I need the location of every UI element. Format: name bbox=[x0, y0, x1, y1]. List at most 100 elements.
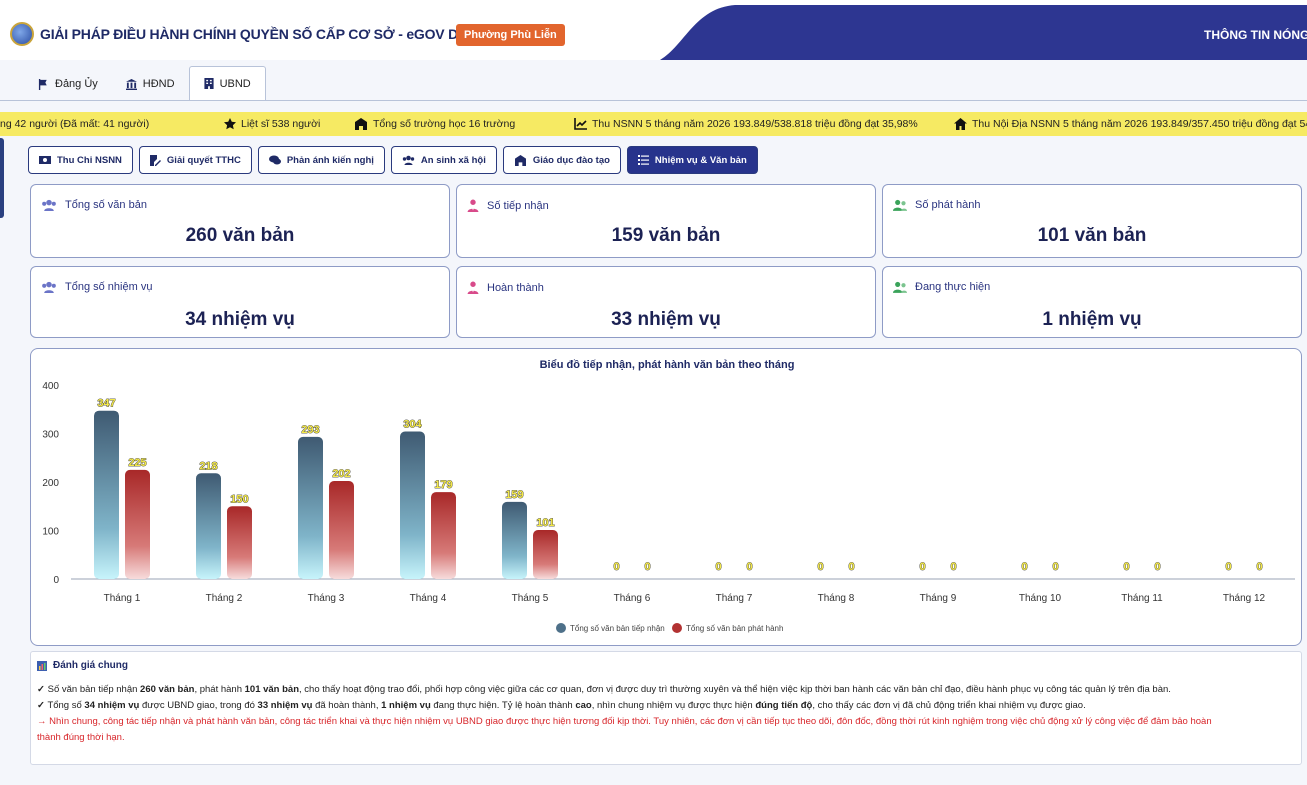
data-label: 0 bbox=[1225, 561, 1231, 573]
ticker-item: ng 42 người (Đã mất: 41 người) bbox=[0, 118, 150, 130]
data-label: 179 bbox=[434, 479, 452, 491]
legend-marker bbox=[556, 623, 566, 633]
user-group-icon bbox=[893, 281, 907, 293]
tab-nhiem-vu-van-ban[interactable]: Nhiệm vụ & Văn bản bbox=[626, 146, 758, 174]
card-label: Tổng số văn bản bbox=[65, 199, 147, 211]
money-icon bbox=[39, 156, 51, 164]
x-tick-label: Tháng 12 bbox=[1223, 593, 1266, 604]
data-label: 0 bbox=[644, 561, 650, 573]
header-bar: GIẢI PHÁP ĐIỀU HÀNH CHÍNH QUYỀN SỐ CẤP C… bbox=[0, 0, 1307, 60]
sidebar-toggle-handle[interactable] bbox=[0, 138, 4, 218]
chart-canvas: Biểu đồ tiếp nhận, phát hành văn bản the… bbox=[42, 359, 1295, 633]
card-value: 101 văn bản bbox=[1037, 225, 1147, 246]
user-tie-icon bbox=[467, 199, 479, 212]
tab-thu-chi-nsnn[interactable]: Thu Chi NSNN bbox=[28, 146, 133, 174]
y-tick-label: 400 bbox=[42, 381, 59, 392]
card-label: Hoàn thành bbox=[487, 281, 544, 294]
school-icon bbox=[355, 118, 367, 130]
x-tick-label: Tháng 6 bbox=[614, 593, 651, 604]
app-logo-icon[interactable] bbox=[10, 22, 34, 46]
bar-issued bbox=[125, 469, 150, 579]
bar-received bbox=[502, 501, 527, 579]
x-tick-label: Tháng 2 bbox=[206, 593, 243, 604]
home-icon bbox=[954, 118, 967, 130]
data-label: 0 bbox=[1256, 561, 1262, 573]
office-building-icon bbox=[203, 78, 214, 89]
card-value: 34 nhiệm vụ bbox=[185, 309, 295, 330]
data-label: 218 bbox=[199, 460, 217, 472]
y-tick-label: 0 bbox=[53, 575, 59, 586]
legend-marker bbox=[672, 623, 682, 633]
tab-giao-duc-dao-tao[interactable]: Giáo dục đào tạo bbox=[502, 146, 621, 174]
hot-news-link[interactable]: THÔNG TIN NÓNG bbox=[1204, 28, 1307, 42]
ticker-item: Thu Nội Địa NSNN 5 tháng năm 2026 193.84… bbox=[954, 112, 1307, 136]
bar-received bbox=[94, 410, 119, 579]
legend-label: Tổng số văn bản phát hành bbox=[686, 624, 783, 633]
assessment-conclusion: → Nhìn chung, công tác tiếp nhận và phát… bbox=[37, 716, 1212, 727]
users-icon bbox=[42, 281, 56, 293]
x-tick-label: Tháng 7 bbox=[716, 593, 753, 604]
data-label: 0 bbox=[1052, 561, 1058, 573]
tab-dang-uy[interactable]: Đảng Ủy bbox=[24, 68, 112, 100]
category-tabs: Thu Chi NSNN Giải quyết TTHC Phản ánh ki… bbox=[28, 146, 758, 174]
card-label: Số tiếp nhận bbox=[487, 199, 549, 212]
tab-an-sinh-xa-hoi[interactable]: An sinh xã hội bbox=[390, 146, 497, 174]
data-label: 304 bbox=[403, 419, 422, 431]
data-label: 0 bbox=[613, 561, 619, 573]
x-tick-label: Tháng 8 bbox=[818, 593, 855, 604]
users-icon bbox=[402, 155, 415, 165]
y-tick-label: 200 bbox=[42, 478, 59, 489]
list-icon bbox=[637, 155, 649, 165]
users-icon bbox=[42, 199, 56, 211]
tab-phan-anh-kien-nghi[interactable]: Phản ánh kiến nghị bbox=[257, 146, 385, 174]
tab-hdnd[interactable]: HĐND bbox=[112, 68, 189, 100]
chart-title: Biểu đồ tiếp nhận, phát hành văn bản the… bbox=[540, 359, 795, 371]
tab-label: HĐND bbox=[142, 78, 175, 90]
y-tick-label: 100 bbox=[42, 527, 59, 538]
card-in-progress[interactable]: Đang thực hiện 1 nhiệm vụ bbox=[882, 266, 1302, 338]
tab-ubnd[interactable]: UBND bbox=[188, 66, 266, 100]
ticker-item: Thu NSNN 5 tháng năm 2026 193.849/538.81… bbox=[574, 112, 918, 136]
card-completed[interactable]: Hoàn thành 33 nhiệm vụ bbox=[456, 266, 876, 338]
card-issued[interactable]: Số phát hành 101 văn bản bbox=[882, 184, 1302, 258]
ticker-item: Liệt sĩ 538 người bbox=[224, 112, 320, 136]
data-label: 202 bbox=[332, 468, 350, 480]
legend-label: Tổng số văn bản tiếp nhận bbox=[570, 624, 665, 633]
data-label: 101 bbox=[536, 517, 554, 529]
top-tabs: Đảng Ủy HĐND UBND bbox=[24, 66, 266, 100]
card-value: 260 văn bản bbox=[185, 225, 295, 246]
building-columns-icon bbox=[125, 78, 137, 90]
bar-issued bbox=[227, 506, 252, 579]
data-label: 225 bbox=[128, 457, 146, 469]
ticker-item: Tổng số trường học 16 trường bbox=[354, 112, 515, 136]
card-total-documents[interactable]: Tổng số văn bản 260 văn bản bbox=[30, 184, 450, 258]
document-edit-icon bbox=[149, 154, 161, 166]
data-label: 0 bbox=[746, 561, 752, 573]
data-label: 0 bbox=[715, 561, 721, 573]
flag-icon bbox=[38, 78, 47, 90]
card-label: Tổng số nhiệm vụ bbox=[65, 281, 153, 293]
x-tick-label: Tháng 4 bbox=[410, 593, 447, 604]
data-label: 159 bbox=[505, 489, 523, 501]
dashboard: GIẢI PHÁP ĐIỀU HÀNH CHÍNH QUYỀN SỐ CẤP C… bbox=[0, 0, 1307, 785]
data-label: 0 bbox=[1021, 561, 1027, 573]
data-label: 0 bbox=[950, 561, 956, 573]
bar-chart-icon bbox=[37, 660, 47, 671]
assessment-title: Đánh giá chung bbox=[53, 660, 128, 671]
card-total-tasks[interactable]: Tổng số nhiệm vụ 34 nhiệm vụ bbox=[30, 266, 450, 338]
x-tick-label: Tháng 11 bbox=[1121, 593, 1163, 604]
card-received[interactable]: Số tiếp nhận 159 văn bản bbox=[456, 184, 876, 258]
bar-received bbox=[298, 436, 323, 579]
tab-giai-quyet-tthc[interactable]: Giải quyết TTHC bbox=[138, 146, 252, 174]
card-label: Số phát hành bbox=[915, 199, 981, 211]
x-tick-label: Tháng 5 bbox=[512, 593, 549, 604]
news-ticker[interactable]: ng 42 người (Đã mất: 41 người) Liệt sĩ 5… bbox=[0, 112, 1307, 136]
data-label: 0 bbox=[817, 561, 823, 573]
x-tick-label: Tháng 1 bbox=[104, 593, 141, 604]
y-tick-label: 300 bbox=[42, 430, 59, 441]
data-label: 0 bbox=[919, 561, 925, 573]
bar-issued bbox=[329, 481, 354, 579]
x-tick-label: Tháng 10 bbox=[1019, 593, 1062, 604]
ward-badge[interactable]: Phường Phù Liễn bbox=[456, 24, 565, 46]
data-label: 347 bbox=[97, 398, 115, 410]
